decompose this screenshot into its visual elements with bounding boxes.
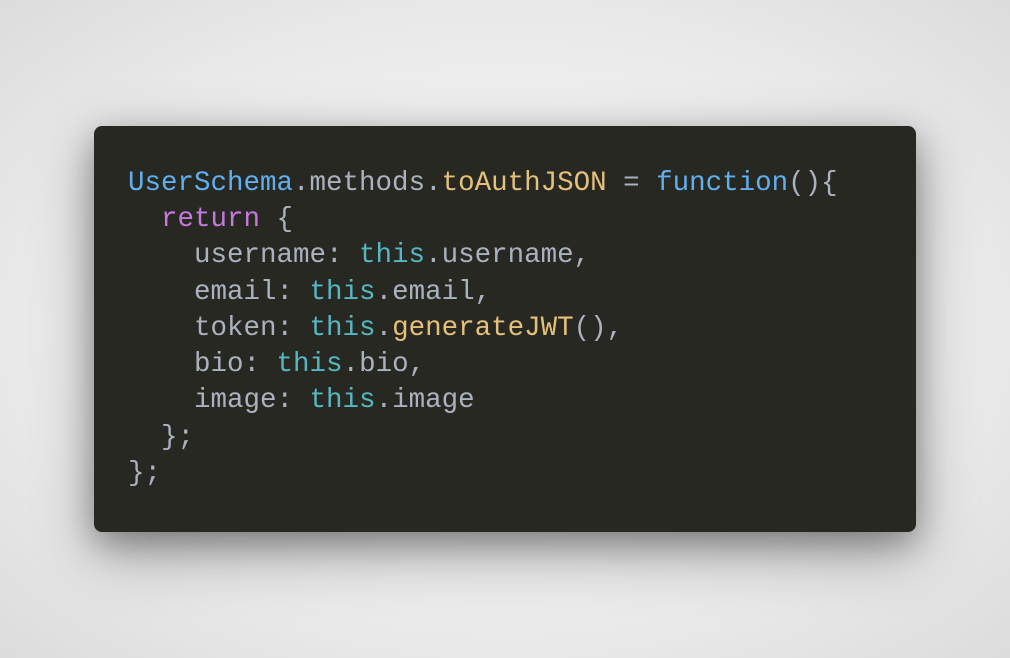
indent	[128, 422, 161, 453]
token-dot: .	[293, 168, 310, 199]
indent	[128, 277, 194, 308]
token-keyword-return: return	[161, 204, 260, 235]
token-property: email	[392, 277, 475, 308]
code-line-1: UserSchema.methods.toAuthJSON = function…	[128, 166, 882, 202]
token-key: username:	[194, 240, 359, 271]
token-method: toAuthJSON	[442, 168, 607, 199]
token-key: token:	[194, 313, 310, 344]
indent	[128, 313, 194, 344]
code-line-3: username: this.username,	[128, 238, 882, 274]
token-class: UserSchema	[128, 168, 293, 199]
token-punct: (){	[788, 168, 838, 199]
token-dot: .	[343, 349, 360, 380]
token-comma: ,	[574, 240, 591, 271]
token-this: this	[359, 240, 425, 271]
token-comma: ,	[409, 349, 426, 380]
token-punct: (),	[574, 313, 624, 344]
token-this: this	[310, 385, 376, 416]
indent	[128, 204, 161, 235]
token-close: };	[161, 422, 194, 453]
indent	[128, 349, 194, 380]
token-dot: .	[425, 168, 442, 199]
token-operator: =	[607, 168, 657, 199]
token-this: this	[310, 277, 376, 308]
code-line-6: bio: this.bio,	[128, 347, 882, 383]
token-key: email:	[194, 277, 310, 308]
token-this: this	[277, 349, 343, 380]
code-line-9: };	[128, 456, 882, 492]
code-line-4: email: this.email,	[128, 275, 882, 311]
code-line-5: token: this.generateJWT(),	[128, 311, 882, 347]
token-property: username	[442, 240, 574, 271]
code-line-2: return {	[128, 202, 882, 238]
token-key: bio:	[194, 349, 277, 380]
token-brace: {	[260, 204, 293, 235]
indent	[128, 240, 194, 271]
token-keyword-function: function	[656, 168, 788, 199]
token-dot: .	[376, 277, 393, 308]
token-property: methods	[310, 168, 426, 199]
token-key: image:	[194, 385, 310, 416]
token-comma: ,	[475, 277, 492, 308]
token-property: image	[392, 385, 475, 416]
token-dot: .	[425, 240, 442, 271]
token-function-call: generateJWT	[392, 313, 574, 344]
token-close: };	[128, 458, 161, 489]
indent	[128, 385, 194, 416]
code-block: UserSchema.methods.toAuthJSON = function…	[94, 126, 916, 533]
token-this: this	[310, 313, 376, 344]
code-line-8: };	[128, 420, 882, 456]
code-line-7: image: this.image	[128, 383, 882, 419]
token-property: bio	[359, 349, 409, 380]
token-dot: .	[376, 313, 393, 344]
token-dot: .	[376, 385, 393, 416]
